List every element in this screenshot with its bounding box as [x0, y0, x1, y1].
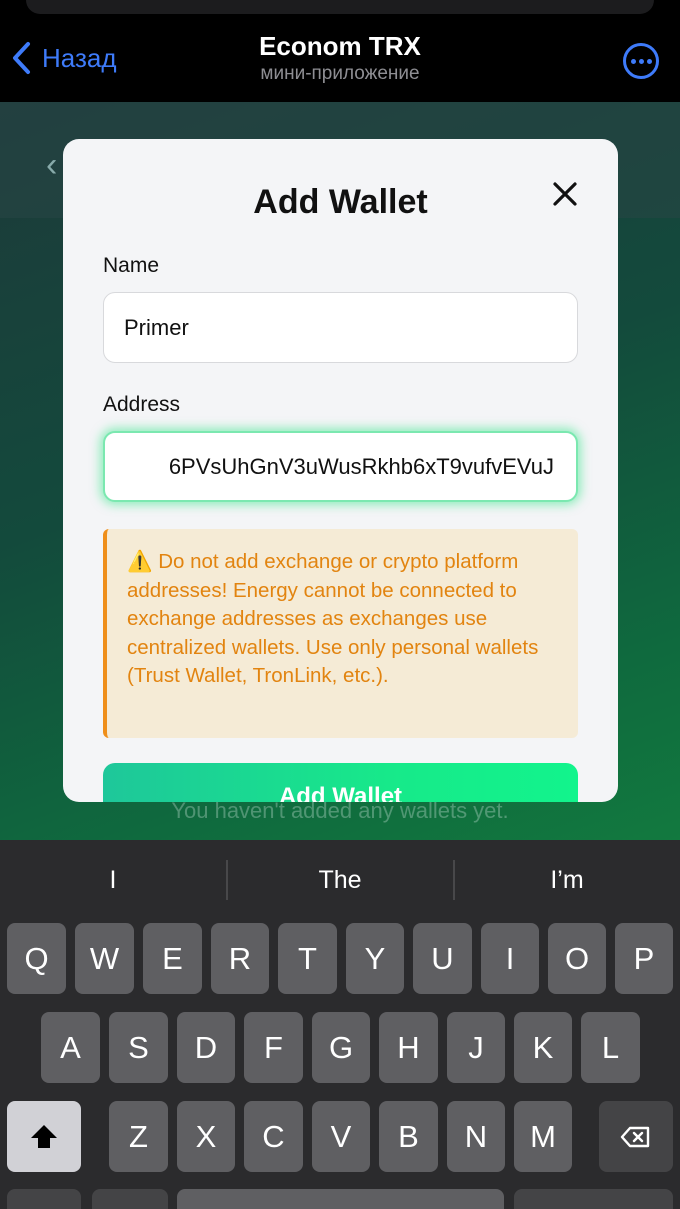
key-e[interactable]: E — [143, 923, 202, 994]
key-t[interactable]: T — [278, 923, 337, 994]
header-titles: Econom TRX мини-приложение — [0, 30, 680, 86]
telegram-header: Назад Econom TRX мини-приложение — [0, 0, 680, 102]
shift-key[interactable] — [7, 1101, 81, 1172]
key-y[interactable]: Y — [346, 923, 404, 994]
delete-key[interactable] — [599, 1101, 673, 1172]
key-h[interactable]: H — [379, 1012, 438, 1083]
close-button[interactable] — [550, 179, 580, 209]
numbers-key[interactable] — [7, 1189, 81, 1209]
key-n[interactable]: N — [447, 1101, 505, 1172]
key-s[interactable]: S — [109, 1012, 168, 1083]
suggestion-2[interactable]: The — [227, 840, 453, 920]
key-d[interactable]: D — [177, 1012, 235, 1083]
key-k[interactable]: K — [514, 1012, 572, 1083]
address-label: Address — [103, 393, 181, 416]
name-label: Name — [103, 254, 160, 277]
app-subtitle: мини-приложение — [260, 63, 420, 84]
key-v[interactable]: V — [312, 1101, 370, 1172]
key-i[interactable]: I — [481, 923, 539, 994]
modal-title: Add Wallet — [253, 183, 428, 221]
add-wallet-modal: Add Wallet Name Primer Address 6PVsUhGnV… — [63, 139, 618, 802]
key-a[interactable]: A — [41, 1012, 100, 1083]
address-input[interactable]: 6PVsUhGnV3uWusRkhb6xT9vufvEVuJ — [103, 431, 578, 502]
key-b[interactable]: B — [379, 1101, 438, 1172]
key-m[interactable]: M — [514, 1101, 572, 1172]
backspace-icon — [620, 1126, 650, 1147]
name-input[interactable]: Primer — [103, 292, 578, 363]
more-dot-icon — [646, 58, 652, 64]
close-icon — [553, 182, 577, 206]
suggestion-1[interactable]: I — [0, 840, 226, 920]
chevron-left-icon[interactable]: ‹ — [46, 146, 57, 185]
key-c[interactable]: C — [244, 1101, 303, 1172]
emoji-key[interactable] — [92, 1189, 168, 1209]
more-options-button[interactable] — [623, 43, 659, 79]
shift-arrow-icon — [31, 1124, 57, 1148]
key-w[interactable]: W — [75, 923, 134, 994]
status-pill — [26, 0, 654, 14]
app-title: Econom TRX — [259, 31, 421, 61]
key-z[interactable]: Z — [109, 1101, 168, 1172]
key-p[interactable]: P — [615, 923, 673, 994]
ios-keyboard: I The I’m Q W E R T Y U I O P A S D F G … — [0, 840, 680, 1209]
key-f[interactable]: F — [244, 1012, 303, 1083]
return-key[interactable] — [514, 1189, 673, 1209]
key-j[interactable]: J — [447, 1012, 505, 1083]
key-r[interactable]: R — [211, 923, 269, 994]
more-dot-icon — [630, 58, 636, 64]
name-input-value: Primer — [124, 314, 189, 340]
suggestion-3[interactable]: I’m — [454, 840, 680, 920]
key-g[interactable]: G — [312, 1012, 370, 1083]
address-input-value: 6PVsUhGnV3uWusRkhb6xT9vufvEVuJ — [168, 453, 554, 479]
key-u[interactable]: U — [413, 923, 472, 994]
key-o[interactable]: O — [548, 923, 606, 994]
key-q[interactable]: Q — [7, 923, 66, 994]
exchange-warning: ⚠️ Do not add exchange or crypto platfor… — [103, 529, 578, 738]
add-wallet-button[interactable]: Add Wallet — [103, 763, 578, 802]
more-dot-icon — [638, 58, 644, 64]
key-x[interactable]: X — [177, 1101, 235, 1172]
space-key[interactable] — [177, 1189, 504, 1209]
key-l[interactable]: L — [581, 1012, 640, 1083]
warning-text: ⚠️ Do not add exchange or crypto platfor… — [127, 550, 539, 687]
